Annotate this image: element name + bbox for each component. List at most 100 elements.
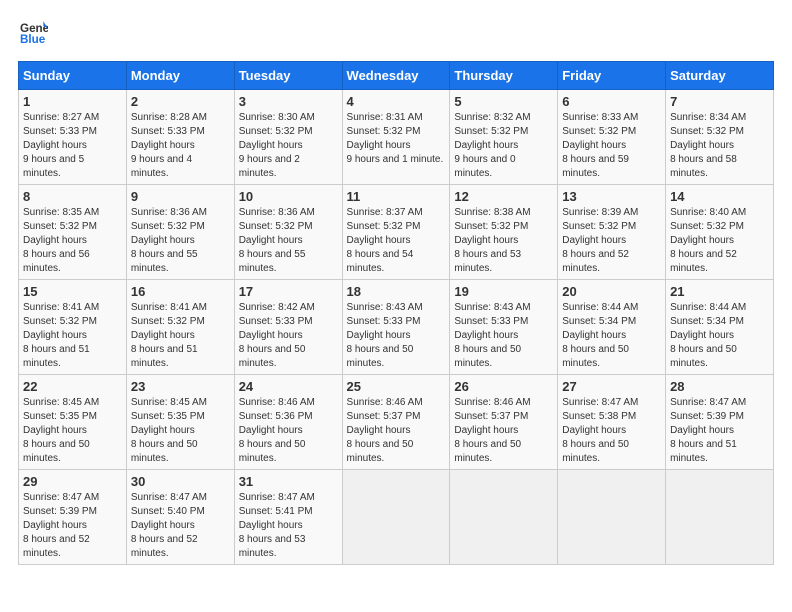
day-number: 24 (239, 379, 338, 394)
table-row: 19 Sunrise: 8:43 AM Sunset: 5:33 PM Dayl… (450, 280, 558, 375)
table-row: 23 Sunrise: 8:45 AM Sunset: 5:35 PM Dayl… (126, 375, 234, 470)
day-info: Sunrise: 8:43 AM Sunset: 5:33 PM Dayligh… (347, 302, 423, 369)
day-number: 16 (131, 284, 230, 299)
col-header-thursday: Thursday (450, 62, 558, 90)
table-row: 29 Sunrise: 8:47 AM Sunset: 5:39 PM Dayl… (19, 470, 127, 565)
day-number: 1 (23, 94, 122, 109)
day-info: Sunrise: 8:34 AM Sunset: 5:32 PM Dayligh… (670, 112, 746, 179)
day-number: 3 (239, 94, 338, 109)
table-row: 2 Sunrise: 8:28 AM Sunset: 5:33 PM Dayli… (126, 90, 234, 185)
day-number: 29 (23, 474, 122, 489)
day-number: 6 (562, 94, 661, 109)
day-number: 7 (670, 94, 769, 109)
day-info: Sunrise: 8:36 AM Sunset: 5:32 PM Dayligh… (131, 207, 207, 274)
table-row (558, 470, 666, 565)
day-number: 5 (454, 94, 553, 109)
logo-icon: General Blue (20, 18, 48, 46)
day-info: Sunrise: 8:45 AM Sunset: 5:35 PM Dayligh… (131, 397, 207, 464)
calendar-row-3: 15 Sunrise: 8:41 AM Sunset: 5:32 PM Dayl… (19, 280, 774, 375)
table-row (450, 470, 558, 565)
day-info: Sunrise: 8:46 AM Sunset: 5:37 PM Dayligh… (347, 397, 423, 464)
day-number: 13 (562, 189, 661, 204)
calendar: SundayMondayTuesdayWednesdayThursdayFrid… (18, 61, 774, 565)
day-info: Sunrise: 8:27 AM Sunset: 5:33 PM Dayligh… (23, 112, 99, 179)
day-info: Sunrise: 8:30 AM Sunset: 5:32 PM Dayligh… (239, 112, 315, 179)
day-number: 8 (23, 189, 122, 204)
day-info: Sunrise: 8:38 AM Sunset: 5:32 PM Dayligh… (454, 207, 530, 274)
day-number: 2 (131, 94, 230, 109)
header: General Blue (18, 18, 774, 51)
table-row: 22 Sunrise: 8:45 AM Sunset: 5:35 PM Dayl… (19, 375, 127, 470)
day-number: 25 (347, 379, 446, 394)
table-row: 15 Sunrise: 8:41 AM Sunset: 5:32 PM Dayl… (19, 280, 127, 375)
col-header-tuesday: Tuesday (234, 62, 342, 90)
day-info: Sunrise: 8:47 AM Sunset: 5:41 PM Dayligh… (239, 492, 315, 559)
table-row: 11 Sunrise: 8:37 AM Sunset: 5:32 PM Dayl… (342, 185, 450, 280)
table-row: 17 Sunrise: 8:42 AM Sunset: 5:33 PM Dayl… (234, 280, 342, 375)
table-row: 8 Sunrise: 8:35 AM Sunset: 5:32 PM Dayli… (19, 185, 127, 280)
page: General Blue SundayMondayTuesdayWednesda… (0, 0, 792, 612)
day-number: 28 (670, 379, 769, 394)
day-info: Sunrise: 8:45 AM Sunset: 5:35 PM Dayligh… (23, 397, 99, 464)
table-row: 21 Sunrise: 8:44 AM Sunset: 5:34 PM Dayl… (666, 280, 774, 375)
day-number: 23 (131, 379, 230, 394)
day-number: 9 (131, 189, 230, 204)
day-info: Sunrise: 8:44 AM Sunset: 5:34 PM Dayligh… (670, 302, 746, 369)
day-number: 18 (347, 284, 446, 299)
table-row: 5 Sunrise: 8:32 AM Sunset: 5:32 PM Dayli… (450, 90, 558, 185)
table-row: 16 Sunrise: 8:41 AM Sunset: 5:32 PM Dayl… (126, 280, 234, 375)
col-header-friday: Friday (558, 62, 666, 90)
day-info: Sunrise: 8:28 AM Sunset: 5:33 PM Dayligh… (131, 112, 207, 179)
calendar-row-1: 1 Sunrise: 8:27 AM Sunset: 5:33 PM Dayli… (19, 90, 774, 185)
day-number: 4 (347, 94, 446, 109)
day-info: Sunrise: 8:41 AM Sunset: 5:32 PM Dayligh… (23, 302, 99, 369)
day-number: 15 (23, 284, 122, 299)
day-number: 14 (670, 189, 769, 204)
day-number: 30 (131, 474, 230, 489)
table-row: 27 Sunrise: 8:47 AM Sunset: 5:38 PM Dayl… (558, 375, 666, 470)
svg-text:Blue: Blue (20, 33, 46, 46)
day-number: 20 (562, 284, 661, 299)
day-info: Sunrise: 8:36 AM Sunset: 5:32 PM Dayligh… (239, 207, 315, 274)
day-info: Sunrise: 8:47 AM Sunset: 5:38 PM Dayligh… (562, 397, 638, 464)
table-row (342, 470, 450, 565)
col-header-saturday: Saturday (666, 62, 774, 90)
table-row: 3 Sunrise: 8:30 AM Sunset: 5:32 PM Dayli… (234, 90, 342, 185)
day-number: 21 (670, 284, 769, 299)
table-row: 10 Sunrise: 8:36 AM Sunset: 5:32 PM Dayl… (234, 185, 342, 280)
table-row: 20 Sunrise: 8:44 AM Sunset: 5:34 PM Dayl… (558, 280, 666, 375)
day-number: 22 (23, 379, 122, 394)
day-number: 27 (562, 379, 661, 394)
table-row: 26 Sunrise: 8:46 AM Sunset: 5:37 PM Dayl… (450, 375, 558, 470)
table-row: 7 Sunrise: 8:34 AM Sunset: 5:32 PM Dayli… (666, 90, 774, 185)
day-number: 12 (454, 189, 553, 204)
day-info: Sunrise: 8:39 AM Sunset: 5:32 PM Dayligh… (562, 207, 638, 274)
day-info: Sunrise: 8:42 AM Sunset: 5:33 PM Dayligh… (239, 302, 315, 369)
day-number: 26 (454, 379, 553, 394)
day-number: 10 (239, 189, 338, 204)
day-info: Sunrise: 8:41 AM Sunset: 5:32 PM Dayligh… (131, 302, 207, 369)
logo: General Blue (18, 18, 48, 51)
day-number: 11 (347, 189, 446, 204)
day-info: Sunrise: 8:46 AM Sunset: 5:37 PM Dayligh… (454, 397, 530, 464)
day-info: Sunrise: 8:43 AM Sunset: 5:33 PM Dayligh… (454, 302, 530, 369)
col-header-wednesday: Wednesday (342, 62, 450, 90)
day-info: Sunrise: 8:46 AM Sunset: 5:36 PM Dayligh… (239, 397, 315, 464)
day-info: Sunrise: 8:40 AM Sunset: 5:32 PM Dayligh… (670, 207, 746, 274)
table-row: 18 Sunrise: 8:43 AM Sunset: 5:33 PM Dayl… (342, 280, 450, 375)
table-row: 1 Sunrise: 8:27 AM Sunset: 5:33 PM Dayli… (19, 90, 127, 185)
table-row: 28 Sunrise: 8:47 AM Sunset: 5:39 PM Dayl… (666, 375, 774, 470)
day-info: Sunrise: 8:32 AM Sunset: 5:32 PM Dayligh… (454, 112, 530, 179)
day-info: Sunrise: 8:35 AM Sunset: 5:32 PM Dayligh… (23, 207, 99, 274)
table-row: 9 Sunrise: 8:36 AM Sunset: 5:32 PM Dayli… (126, 185, 234, 280)
calendar-header-row: SundayMondayTuesdayWednesdayThursdayFrid… (19, 62, 774, 90)
day-info: Sunrise: 8:37 AM Sunset: 5:32 PM Dayligh… (347, 207, 423, 274)
day-number: 17 (239, 284, 338, 299)
table-row: 25 Sunrise: 8:46 AM Sunset: 5:37 PM Dayl… (342, 375, 450, 470)
day-number: 19 (454, 284, 553, 299)
col-header-monday: Monday (126, 62, 234, 90)
table-row: 4 Sunrise: 8:31 AM Sunset: 5:32 PM Dayli… (342, 90, 450, 185)
table-row: 13 Sunrise: 8:39 AM Sunset: 5:32 PM Dayl… (558, 185, 666, 280)
day-info: Sunrise: 8:47 AM Sunset: 5:40 PM Dayligh… (131, 492, 207, 559)
table-row: 30 Sunrise: 8:47 AM Sunset: 5:40 PM Dayl… (126, 470, 234, 565)
